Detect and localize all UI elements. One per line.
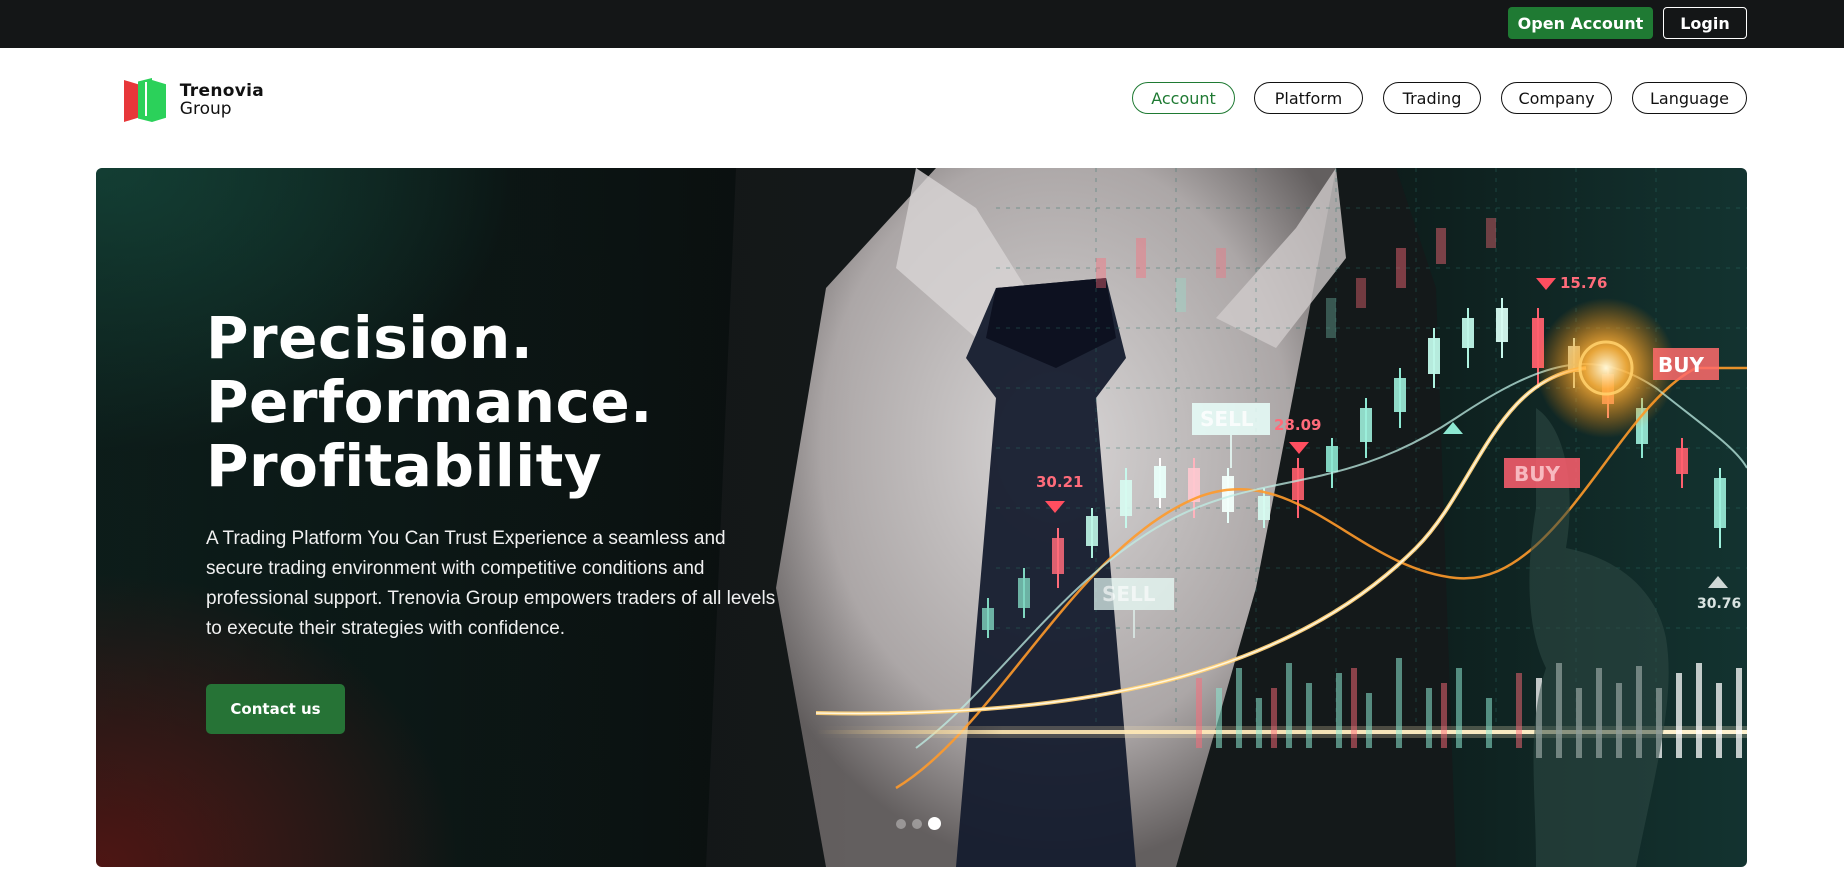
logo-mark-icon (124, 78, 168, 122)
contact-us-button[interactable]: Contact us (206, 684, 345, 734)
price-label-3: 30.21 (1036, 473, 1083, 491)
login-button[interactable]: Login (1663, 7, 1747, 39)
carousel-indicators (896, 817, 941, 830)
buy-label-2: BUY (1514, 462, 1560, 486)
brand-name: Trenovia Group (180, 82, 264, 118)
hero-title-line-1: Precision. (206, 304, 534, 372)
sell-label-1: SELL (1200, 407, 1254, 431)
nav-platform[interactable]: Platform (1254, 82, 1363, 114)
brand-name-line1: Trenovia (179, 81, 264, 101)
top-bar: Open Account Login (0, 0, 1844, 48)
open-account-button[interactable]: Open Account (1508, 7, 1653, 39)
carousel-dot-1[interactable] (896, 818, 906, 829)
hero-trading-image: 15.76 28.09 30.21 30.76 BUY BUY SELL SEL… (96, 168, 1747, 867)
hero-title-line-3: Profitability (206, 432, 603, 500)
hero-banner: 15.76 28.09 30.21 30.76 BUY BUY SELL SEL… (96, 168, 1747, 867)
hero-description: A Trading Platform You Can Trust Experie… (206, 528, 776, 639)
carousel-dot-3[interactable] (928, 817, 941, 830)
price-label-1: 15.76 (1560, 274, 1607, 292)
sell-label-2: SELL (1102, 582, 1156, 606)
hero-title-line-2: Performance. (206, 368, 653, 436)
brand-name-line2: Group (179, 99, 232, 119)
nav-language[interactable]: Language (1632, 82, 1747, 114)
buy-label-1: BUY (1658, 353, 1704, 377)
nav-company[interactable]: Company (1501, 82, 1612, 114)
price-label-4: 30.76 (1697, 596, 1741, 612)
brand-logo[interactable]: Trenovia Group (124, 75, 264, 125)
nav-trading[interactable]: Trading (1383, 82, 1481, 114)
hero-title: Precision. Performance. Profitability (206, 306, 653, 498)
price-label-2: 28.09 (1274, 416, 1321, 434)
carousel-dot-2[interactable] (912, 818, 922, 829)
nav-account[interactable]: Account (1132, 82, 1235, 114)
